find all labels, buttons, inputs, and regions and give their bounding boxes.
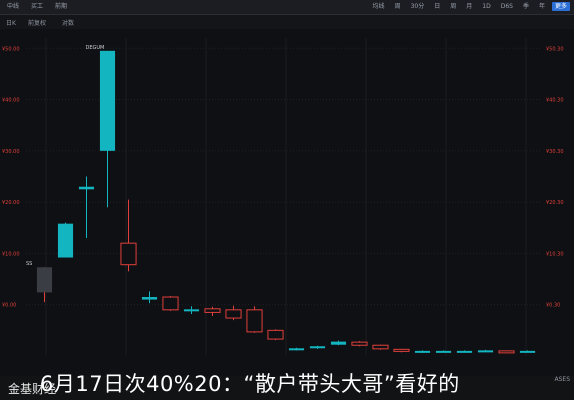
toolbar-left-item-0[interactable]: 中线: [4, 2, 22, 11]
period-button-9[interactable]: 年: [536, 2, 548, 11]
candle-body: [246, 309, 263, 333]
candle-body: [435, 350, 452, 353]
y-axis-label-right: ¥20.30: [546, 200, 564, 206]
candle-body: [99, 50, 116, 151]
candle-body: [204, 308, 221, 313]
candle-body: [498, 350, 515, 354]
peak-label: DEGUM: [86, 45, 105, 51]
y-axis-label-right: ¥30.30: [546, 149, 564, 155]
y-axis-label-left: ¥30.00: [2, 149, 20, 155]
news-caption: 金基财经 6月17日次40%20：“散户带头大哥”看好的 ASES: [0, 366, 574, 400]
toolbar-period-group: 均线周 30分日周月 1D D6S 季年更多: [370, 2, 570, 11]
y-axis-label-right: ¥10.30: [546, 251, 564, 257]
period-button-5[interactable]: 月: [463, 2, 475, 11]
y-axis-label-right: ¥40.30: [546, 98, 564, 104]
candle-body: [57, 223, 74, 258]
candle-body: [309, 346, 326, 349]
period-button-2[interactable]: 30分: [408, 2, 428, 11]
period-button-6[interactable]: 1D: [479, 2, 493, 11]
candle-body: [372, 344, 389, 350]
candle-body: [519, 350, 536, 353]
chart-toolbar: 中线 买工 前期 均线周 30分日周月 1D D6S 季年更多: [0, 0, 574, 15]
candle-body: [225, 309, 242, 319]
period-button-7[interactable]: D6S: [498, 2, 516, 11]
candle-body: [414, 350, 431, 353]
y-axis-label-left: ¥40.00: [2, 98, 20, 104]
y-axis-label-right: ¥0.30: [546, 303, 560, 309]
period-button-3[interactable]: 日: [431, 2, 443, 11]
candle-body: [330, 341, 347, 345]
period-button-10[interactable]: 更多: [551, 2, 570, 11]
subbar-kline-label[interactable]: 日K: [6, 18, 16, 27]
y-axis-label-left: ¥10.00: [2, 251, 20, 257]
y-axis-label-right: ¥50.30: [546, 46, 564, 52]
period-button-0[interactable]: 均线: [370, 2, 388, 11]
toolbar-left-item-2[interactable]: 前期: [52, 2, 70, 11]
period-button-1[interactable]: 周: [392, 2, 404, 11]
subbar-log-label[interactable]: 对数: [62, 18, 74, 27]
period-button-8[interactable]: 季: [520, 2, 532, 11]
candlestick-chart: ¥50.00 ¥50.30 ¥40.00 ¥40.30 ¥30.00 ¥30.30 ¥20.…: [2, 38, 564, 356]
subbar-adjust-label[interactable]: 前复权: [28, 18, 46, 27]
candle-body: [267, 329, 284, 340]
candle-body: [288, 348, 305, 351]
candle-body: [162, 296, 179, 311]
left-marker-label: SS: [26, 261, 32, 267]
candle-body: [456, 350, 473, 353]
period-button-4[interactable]: 周: [447, 2, 459, 11]
caption-headline: 6月17日次40%20：“散户带头大哥”看好的: [40, 372, 460, 396]
chart-subbar: 日K 前复权 对数: [0, 15, 574, 29]
y-axis-label-left: ¥0.00: [2, 303, 16, 309]
candle-body: [183, 309, 200, 312]
toolbar-left-group: 中线 买工 前期: [4, 2, 70, 11]
y-axis-label-left: ¥50.00: [2, 46, 20, 52]
candle-body: [351, 341, 368, 346]
candle-body: [36, 267, 53, 293]
candle-body: [393, 348, 410, 352]
y-axis-label-left: ¥20.00: [2, 200, 20, 206]
candle-body: [120, 242, 137, 266]
toolbar-left-item-1[interactable]: 买工: [28, 2, 46, 11]
caption-right-tag: ASES: [554, 376, 570, 383]
candle-body: [141, 297, 158, 300]
candle-body: [78, 186, 95, 190]
candle-body: [477, 350, 494, 353]
